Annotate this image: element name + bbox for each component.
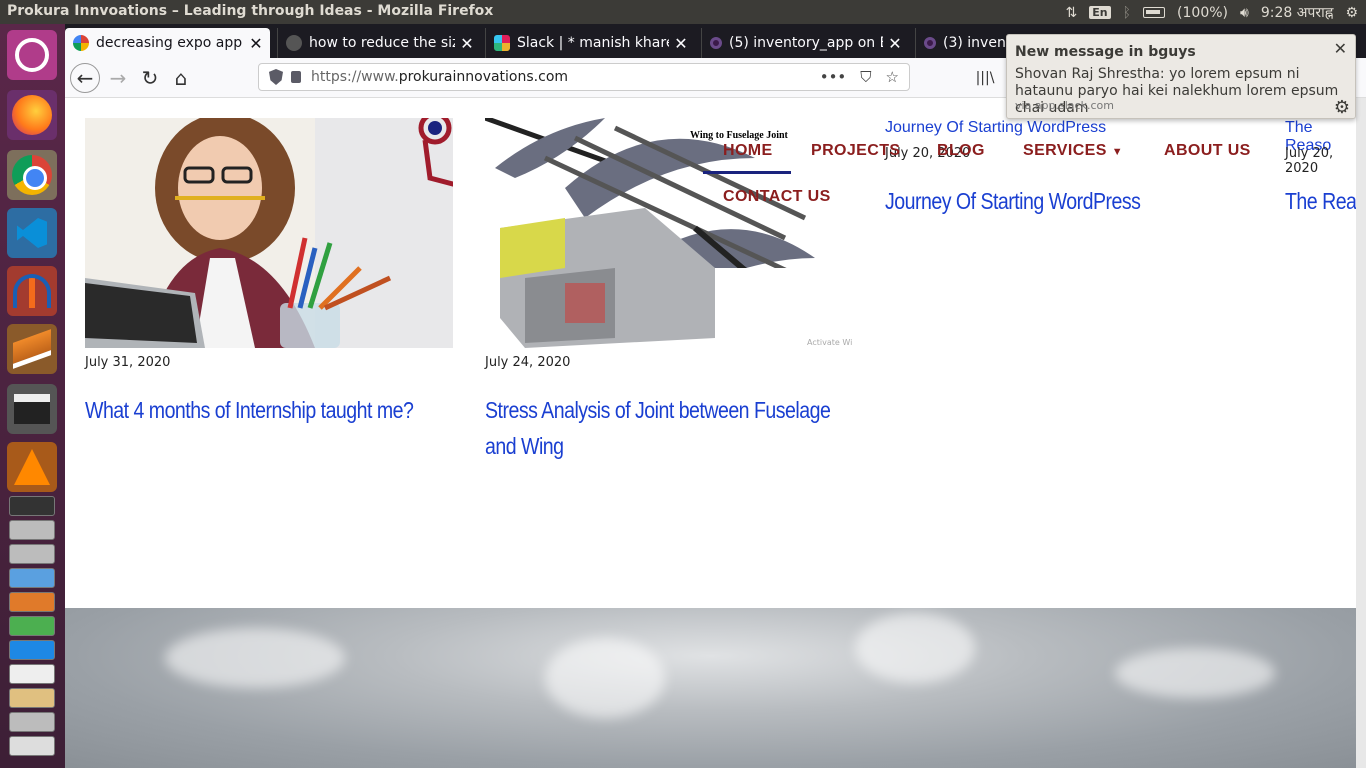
active-menu-indicator (703, 171, 791, 174)
tab-1[interactable]: how to reduce the size ✕ (277, 28, 481, 58)
app-icon (924, 37, 936, 49)
software-center-icon[interactable] (9, 592, 55, 612)
app-icon (710, 37, 722, 49)
tab-3[interactable]: (5) inventory_app on E ✕ (701, 28, 909, 58)
tab-0[interactable]: decreasing expo app s ✕ (65, 28, 270, 58)
url-bar[interactable]: https://www.prokurainnovations.com ••• ⛉… (258, 63, 910, 91)
tab-label: decreasing expo app s (96, 35, 244, 51)
menu-services[interactable]: SERVICES ▼ (1023, 142, 1123, 160)
firefox-icon[interactable] (7, 90, 57, 140)
power-gear-icon[interactable]: ⚙ (1345, 5, 1358, 21)
files-icon[interactable] (9, 520, 55, 540)
back-button[interactable]: ← (70, 63, 100, 93)
notification-title: New message in bguys (1015, 44, 1196, 60)
archive-icon[interactable] (9, 688, 55, 708)
lock-icon[interactable] (291, 71, 301, 83)
keyboard-layout-indicator[interactable]: En (1089, 6, 1111, 19)
image-caption: Wing to Fuselage Joint (690, 130, 789, 141)
post-title-link[interactable]: What 4 months of Internship taught me? (85, 392, 442, 428)
disk-icon[interactable] (9, 544, 55, 564)
post-title-link[interactable]: The Reaso (1285, 188, 1356, 215)
menu-projects[interactable]: PROJECTS (811, 142, 900, 160)
pocket-icon[interactable]: ⛉ (860, 68, 871, 86)
post-title-link[interactable]: Stress Analysis of Joint between Fuselag… (485, 392, 842, 464)
slack-icon (494, 35, 510, 51)
tab-close-icon[interactable]: ✕ (248, 34, 264, 53)
web-page: July 31, 2020 What 4 months of Internshi… (65, 98, 1356, 768)
post-thumbnail[interactable]: Wing to Fuselage Joint Activate Wi (485, 118, 853, 348)
thunderbird-icon[interactable] (9, 640, 55, 660)
ubuntu-dash-icon[interactable] (7, 30, 57, 80)
post-date: July 31, 2020 (85, 355, 171, 370)
menu-blog[interactable]: BLOG (937, 142, 985, 160)
post-card: Wing to Fuselage Joint Activate Wi July … (485, 118, 905, 464)
post-card: July 31, 2020 What 4 months of Internshi… (85, 118, 505, 428)
battery-percent[interactable]: (100%) (1177, 5, 1228, 21)
notification-source: via app.slack.com (1015, 99, 1114, 112)
vlc-icon[interactable] (7, 442, 57, 492)
hero-sky-image (65, 608, 1356, 768)
gear-icon[interactable]: ⚙ (1334, 97, 1350, 118)
screenshot-icon[interactable] (9, 736, 55, 756)
audacity-icon[interactable] (7, 266, 57, 316)
tab-label: Slack | * manish kharel (517, 35, 669, 51)
text-editor-icon[interactable] (9, 568, 55, 588)
volume-icon[interactable]: 🔊︎ (1240, 5, 1249, 21)
tab-2[interactable]: Slack | * manish kharel ✕ (485, 28, 695, 58)
library-icon[interactable]: |||\ (970, 63, 1000, 93)
tab-label: how to reduce the size (309, 35, 455, 51)
network-icon[interactable]: ⇅ (1066, 5, 1078, 21)
forward-button[interactable]: → (103, 63, 133, 93)
tracking-shield-icon[interactable] (269, 69, 283, 85)
post-title-link[interactable]: Journey Of Starting WordPress (885, 188, 1141, 215)
vscode-icon[interactable] (7, 208, 57, 258)
page-scrollbar[interactable] (1356, 98, 1366, 768)
tab-close-icon[interactable]: ✕ (887, 34, 903, 53)
system-tray: ⇅ En ᛒ (100%) 🔊︎ 9:28 अपराह्न ⚙ (1066, 3, 1358, 22)
spreadsheet-icon[interactable] (9, 616, 55, 636)
close-icon[interactable]: ✕ (1334, 39, 1347, 58)
chrome-icon[interactable] (7, 150, 57, 200)
book-app-icon[interactable] (7, 324, 57, 374)
bluetooth-icon[interactable]: ᛒ (1123, 5, 1131, 21)
url-text[interactable]: https://www.prokurainnovations.com (311, 69, 568, 85)
home-button[interactable]: ⌂ (166, 63, 196, 93)
post-date: July 20, 2020 (1285, 146, 1334, 176)
top-panel: Prokura Innvoations – Leading through Id… (0, 0, 1366, 24)
bookmark-star-icon[interactable]: ☆ (886, 68, 899, 86)
disk-manager-icon[interactable] (9, 712, 55, 732)
page-actions-icon[interactable]: ••• (820, 68, 847, 86)
post-image-alt-link[interactable]: Journey Of Starting WordPress (885, 119, 1106, 137)
google-icon (73, 35, 89, 51)
battery-icon[interactable] (1143, 7, 1166, 18)
menu-contact[interactable]: CONTACT US (723, 188, 831, 206)
notification-bubble[interactable]: New message in bguys ✕ Shovan Raj Shrest… (1006, 34, 1356, 119)
tab-label: (5) inventory_app on E (729, 35, 883, 51)
menu-home[interactable]: HOME (723, 142, 773, 160)
clock[interactable]: 9:28 अपराह्न (1261, 3, 1334, 22)
github-icon (286, 35, 302, 51)
post-date: July 24, 2020 (485, 355, 571, 370)
caret-down-icon: ▼ (1111, 146, 1123, 158)
tab-close-icon[interactable]: ✕ (459, 34, 475, 53)
tab-close-icon[interactable]: ✕ (673, 34, 689, 53)
watermark-text: Activate Wi (807, 338, 852, 347)
document-icon[interactable] (9, 664, 55, 684)
menu-about[interactable]: ABOUT US (1164, 142, 1251, 160)
video-editor-icon[interactable] (7, 384, 57, 434)
launcher (0, 24, 65, 768)
reload-button[interactable]: ↻ (135, 63, 165, 93)
terminal-icon[interactable] (9, 496, 55, 516)
window-title: Prokura Innvoations – Leading through Id… (7, 3, 494, 19)
post-thumbnail[interactable] (85, 118, 453, 348)
